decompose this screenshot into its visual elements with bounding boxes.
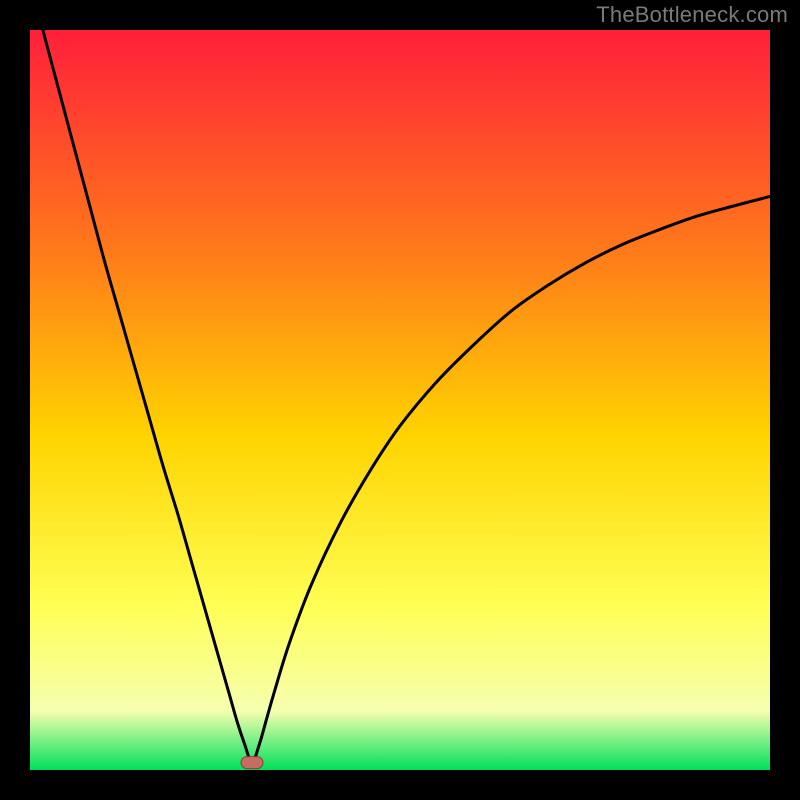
chart-plot-area [30,30,770,770]
chart-svg [30,30,770,770]
optimal-marker [241,757,263,769]
gradient-background [30,30,770,770]
attribution-text: TheBottleneck.com [596,2,788,28]
chart-frame: TheBottleneck.com [0,0,800,800]
